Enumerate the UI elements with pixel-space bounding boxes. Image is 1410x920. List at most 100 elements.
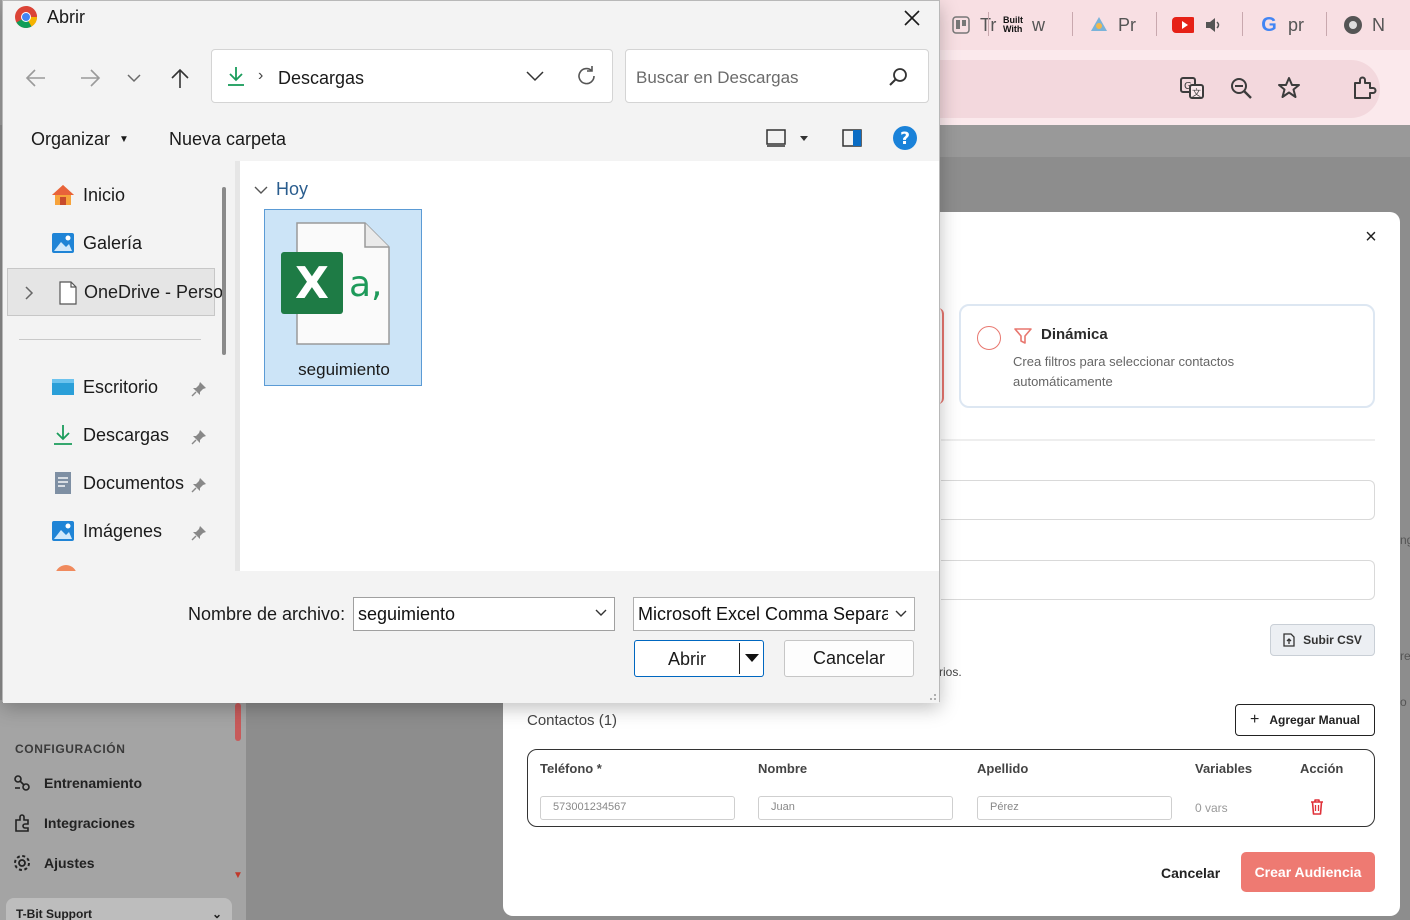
refresh-icon[interactable] bbox=[576, 65, 598, 87]
browser-tab[interactable]: G pr bbox=[1258, 8, 1304, 42]
workspace-name: T-Bit Support bbox=[16, 907, 92, 920]
close-icon[interactable] bbox=[899, 5, 925, 31]
radio-button[interactable] bbox=[977, 326, 1001, 350]
organize-menu[interactable]: Organizar ▼ bbox=[31, 129, 129, 150]
open-options-caret-icon[interactable] bbox=[743, 649, 761, 667]
back-arrow-icon[interactable] bbox=[21, 63, 51, 93]
help-icon[interactable]: ? bbox=[892, 125, 918, 151]
builtwith-icon: Built With bbox=[1003, 15, 1023, 34]
browser-tab[interactable]: Pr bbox=[1088, 8, 1136, 42]
nav-item-label: Descargas bbox=[83, 424, 170, 445]
zoom-icon[interactable] bbox=[1227, 74, 1255, 102]
sidebar-item-label: Integraciones bbox=[44, 815, 136, 831]
expand-chevron-icon[interactable] bbox=[24, 286, 34, 300]
pin-icon[interactable] bbox=[191, 525, 207, 541]
nav-item-label: Documentos bbox=[83, 472, 185, 493]
address-dropdown-icon[interactable] bbox=[526, 70, 544, 82]
bookmark-star-icon[interactable] bbox=[1275, 74, 1303, 102]
last-name-input[interactable]: Pérez bbox=[977, 796, 1172, 820]
first-name-input[interactable]: Juan bbox=[758, 796, 953, 820]
option-card-dynamic[interactable]: Dinámica Crea filtros para seleccionar c… bbox=[959, 304, 1375, 408]
new-folder-button[interactable]: Nueva carpeta bbox=[169, 129, 286, 150]
desktop-icon bbox=[51, 375, 75, 399]
create-audience-button[interactable]: Crear Audiencia bbox=[1241, 852, 1375, 892]
edge-text: rev bbox=[1400, 649, 1410, 663]
forward-arrow-icon[interactable] bbox=[75, 63, 105, 93]
up-arrow-icon[interactable] bbox=[165, 63, 195, 93]
navigation-scrollbar[interactable] bbox=[222, 187, 226, 355]
workspace-switcher[interactable]: T-Bit Support ⌄ bbox=[6, 898, 232, 920]
cancel-button[interactable]: Cancelar bbox=[1161, 865, 1220, 881]
dialog-title: Abrir bbox=[47, 7, 86, 27]
nav-item-label: OneDrive - Perso bbox=[84, 282, 224, 302]
sidebar-item-label: Ajustes bbox=[44, 855, 95, 871]
pin-icon[interactable] bbox=[191, 477, 207, 493]
breadcrumb-descargas[interactable]: Descargas bbox=[278, 68, 364, 89]
nav-item-inicio[interactable]: Inicio bbox=[51, 183, 125, 207]
extensions-icon[interactable] bbox=[1350, 74, 1378, 102]
downloads-icon bbox=[228, 67, 244, 86]
chevron-down-icon[interactable] bbox=[594, 606, 608, 620]
cancel-button[interactable]: Cancelar bbox=[784, 640, 914, 677]
address-bar[interactable] bbox=[940, 60, 1380, 118]
file-item[interactable]: X a, seguimiento bbox=[264, 209, 422, 386]
browser-tab[interactable]: Built With w bbox=[1002, 8, 1045, 42]
group-header-hoy[interactable]: Hoy bbox=[254, 179, 308, 200]
pin-icon[interactable] bbox=[191, 381, 207, 397]
address-bar[interactable]: › Descargas bbox=[211, 49, 613, 103]
option-title: Dinámica bbox=[1041, 326, 1108, 343]
tab-divider bbox=[1242, 12, 1243, 36]
add-manual-button[interactable]: + Agregar Manual bbox=[1235, 704, 1375, 736]
nav-item-descargas[interactable]: Descargas bbox=[51, 423, 169, 447]
nav-item-label: Inicio bbox=[83, 184, 126, 205]
dialog-footer: Nombre de archivo: seguimiento Microsoft… bbox=[3, 571, 939, 703]
tab-label: Pr bbox=[1118, 14, 1136, 35]
translate-icon[interactable]: G文 bbox=[1178, 74, 1206, 102]
browser-tab[interactable]: N bbox=[1342, 8, 1385, 42]
sidebar-item-integraciones[interactable]: Integraciones bbox=[12, 813, 135, 833]
scroll-down-icon[interactable]: ▼ bbox=[233, 870, 243, 881]
open-label: Abrir bbox=[667, 649, 706, 669]
resize-grip-icon[interactable] bbox=[927, 691, 937, 701]
filename-input[interactable]: seguimiento bbox=[353, 597, 615, 631]
nav-item-imagenes[interactable]: Imágenes bbox=[51, 519, 162, 543]
open-button[interactable]: Abrir bbox=[634, 640, 764, 677]
search-input[interactable]: Buscar en Descargas bbox=[625, 49, 929, 103]
view-mode-icon[interactable] bbox=[765, 125, 787, 151]
browser-tabstrip: Tr BuiltWith w Pr G pr N bbox=[940, 0, 1410, 50]
pin-icon[interactable] bbox=[191, 429, 207, 445]
nav-item-escritorio[interactable]: Escritorio bbox=[51, 375, 158, 399]
sidebar-item-ajustes[interactable]: Ajustes bbox=[12, 853, 95, 873]
view-options-caret-icon[interactable] bbox=[799, 125, 809, 151]
description-field[interactable] bbox=[941, 560, 1375, 600]
contacts-count: Contactos (1) bbox=[527, 712, 618, 729]
browser-tab[interactable] bbox=[1172, 8, 1224, 42]
file-open-dialog: Abrir › Descargas Buscar en Descargas Or… bbox=[2, 0, 940, 703]
browser-tab[interactable]: Tr bbox=[950, 8, 996, 42]
caret-down-icon: ▼ bbox=[119, 134, 129, 145]
close-icon[interactable]: × bbox=[1360, 226, 1382, 248]
filetype-select[interactable]: Microsoft Excel Comma Separat bbox=[633, 597, 915, 631]
funnel-icon bbox=[1014, 328, 1032, 344]
sidebar-item-label: Entrenamiento bbox=[44, 775, 143, 791]
nav-item-documentos[interactable]: Documentos bbox=[51, 471, 184, 495]
sidebar-item-entrenamiento[interactable]: Entrenamiento bbox=[12, 773, 142, 793]
speaker-icon bbox=[1202, 14, 1224, 36]
tab-divider bbox=[988, 12, 989, 36]
page-header bbox=[940, 125, 1410, 157]
nav-item-galeria[interactable]: Galería bbox=[51, 231, 142, 255]
dialog-titlebar[interactable]: Abrir bbox=[3, 1, 939, 35]
phone-input[interactable]: 573001234567 bbox=[540, 796, 735, 820]
collapse-chevron-icon bbox=[254, 186, 268, 194]
sidebar-scrollbar[interactable] bbox=[235, 703, 241, 741]
google-icon: G bbox=[1261, 13, 1277, 36]
svg-text:文: 文 bbox=[1192, 87, 1201, 99]
svg-text:?: ? bbox=[900, 129, 910, 149]
name-field[interactable] bbox=[941, 480, 1375, 520]
search-icon[interactable] bbox=[888, 67, 908, 87]
preview-pane-icon[interactable] bbox=[841, 125, 863, 151]
nav-item-onedrive[interactable]: OneDrive - Perso bbox=[7, 268, 223, 316]
upload-csv-button[interactable]: Subir CSV bbox=[1270, 624, 1375, 656]
recent-locations-chevron-icon[interactable] bbox=[119, 63, 149, 93]
trash-icon[interactable] bbox=[1309, 798, 1325, 816]
